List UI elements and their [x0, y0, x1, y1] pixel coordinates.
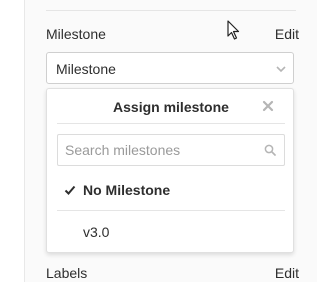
milestone-dropdown-value: Milestone: [56, 61, 116, 77]
milestone-title: Milestone: [46, 26, 106, 42]
labels-title: Labels: [46, 265, 88, 281]
dropdown-title: Assign milestone: [113, 99, 229, 115]
dropdown-items-divider: [57, 210, 285, 211]
milestone-dropdown-menu: Assign milestone No Milestone v3.0: [46, 88, 294, 253]
chevron-down-icon: [276, 66, 286, 73]
search-box: [57, 134, 285, 166]
dropdown-item-no-milestone[interactable]: No Milestone: [57, 175, 285, 205]
section-divider: [46, 10, 296, 11]
dropdown-item-label: v3.0: [83, 224, 110, 240]
milestone-edit-link[interactable]: Edit: [275, 26, 299, 42]
search-milestones-input[interactable]: [58, 135, 265, 165]
search-icon: [264, 144, 276, 156]
dropdown-item-label: No Milestone: [83, 182, 171, 198]
close-icon[interactable]: [262, 100, 274, 112]
mouse-cursor-icon: [227, 20, 240, 40]
milestone-dropdown-toggle[interactable]: Milestone: [46, 52, 294, 84]
check-icon: [64, 185, 76, 195]
dropdown-header-divider: [57, 123, 285, 124]
dropdown-item-v3-0[interactable]: v3.0: [57, 217, 285, 247]
labels-edit-link[interactable]: Edit: [275, 265, 299, 281]
